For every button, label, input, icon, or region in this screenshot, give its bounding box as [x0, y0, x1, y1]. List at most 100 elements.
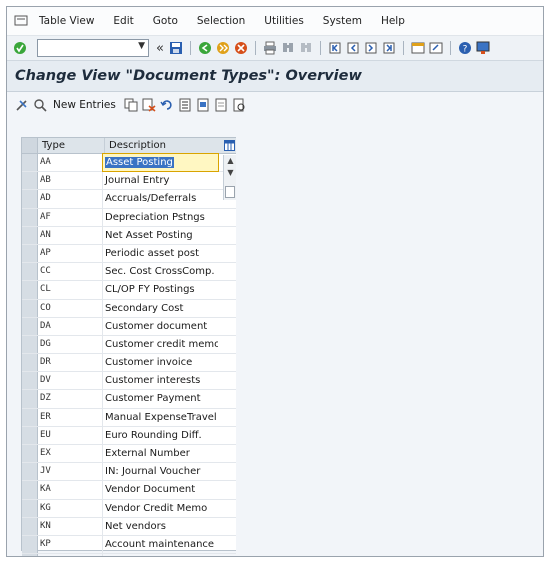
description-cell[interactable]: Vendor Credit Memo: [103, 500, 218, 517]
menu-utilities[interactable]: Utilities: [264, 15, 304, 27]
command-field[interactable]: ▼: [37, 39, 149, 57]
table-row[interactable]: AA Asset Posting: [22, 152, 237, 173]
description-cell[interactable]: IN: Journal Voucher: [103, 463, 218, 480]
row-selector[interactable]: [22, 335, 38, 354]
description-cell[interactable]: Secondary Cost: [103, 300, 218, 317]
menu-goto[interactable]: Goto: [153, 15, 178, 27]
table-row[interactable]: CC Sec. Cost CrossComp.: [22, 263, 237, 282]
customize-layout-icon[interactable]: [476, 41, 490, 55]
row-selector[interactable]: [22, 481, 38, 499]
description-cell[interactable]: Customer invoice: [103, 354, 218, 371]
description-cell[interactable]: Customer Payment: [103, 390, 218, 407]
next-page-icon[interactable]: [364, 41, 378, 55]
description-cell[interactable]: Vendor Document: [103, 481, 218, 498]
column-header-description[interactable]: Description: [105, 138, 222, 153]
table-row[interactable]: AP Periodic asset post: [22, 244, 237, 264]
new-entries-button[interactable]: New Entries: [53, 99, 116, 111]
description-cell[interactable]: Euro Rounding Diff.: [103, 427, 218, 444]
table-row[interactable]: AF Depreciation Pstngs: [22, 208, 237, 227]
description-cell[interactable]: Asset Posting: [102, 152, 219, 173]
row-selector[interactable]: [22, 281, 38, 299]
table-row[interactable]: KG Vendor Credit Memo: [22, 499, 237, 518]
row-selector[interactable]: [22, 463, 38, 481]
description-cell[interactable]: Journal Entry: [103, 172, 218, 189]
help-icon[interactable]: ?: [458, 41, 472, 55]
table-row[interactable]: KP Account maintenance: [22, 535, 237, 555]
description-cell[interactable]: Sec. Cost CrossComp.: [103, 263, 218, 280]
description-cell[interactable]: Periodic asset post: [103, 245, 218, 262]
last-page-icon[interactable]: [382, 41, 396, 55]
table-row[interactable]: KRVendor Invoice: [22, 554, 237, 556]
row-selector[interactable]: [22, 372, 38, 390]
table-row[interactable]: CO Secondary Cost: [22, 299, 237, 318]
row-selector[interactable]: [22, 426, 38, 444]
table-row[interactable]: EU Euro Rounding Diff.: [22, 426, 237, 445]
copy-icon[interactable]: [124, 98, 138, 112]
table-row[interactable]: DZ Customer Payment: [22, 390, 237, 409]
row-selector[interactable]: [22, 208, 38, 226]
table-row[interactable]: DR Customer invoice: [22, 354, 237, 373]
prev-page-icon[interactable]: [346, 41, 360, 55]
print-icon[interactable]: [263, 41, 277, 55]
row-selector[interactable]: [22, 554, 38, 556]
collapse-command-icon[interactable]: «: [156, 41, 164, 56]
config-icon[interactable]: [222, 138, 236, 153]
find-next-icon[interactable]: [299, 41, 313, 55]
description-cell[interactable]: Customer interests: [103, 372, 218, 389]
exit-icon[interactable]: [216, 41, 230, 55]
deselect-all-icon[interactable]: [214, 98, 228, 112]
table-row[interactable]: DA Customer document: [22, 317, 237, 336]
find-icon[interactable]: [281, 41, 295, 55]
description-cell[interactable]: Customer credit memo: [103, 336, 218, 353]
enter-icon[interactable]: [13, 41, 27, 55]
system-menu-icon[interactable]: [13, 14, 29, 28]
description-cell[interactable]: CL/OP FY Postings: [103, 281, 218, 298]
vertical-scrollbar[interactable]: ▲ ▼: [223, 155, 237, 200]
menu-system[interactable]: System: [323, 15, 362, 27]
description-cell[interactable]: Accruals/Deferrals: [103, 190, 218, 207]
display-change-icon[interactable]: [15, 98, 29, 112]
scroll-thumb[interactable]: [225, 186, 235, 198]
description-cell[interactable]: Net vendors: [103, 518, 218, 535]
description-cell[interactable]: Customer document: [103, 318, 218, 335]
select-all-column-button[interactable]: [22, 138, 38, 153]
table-row[interactable]: JV IN: Journal Voucher: [22, 463, 237, 482]
menu-help[interactable]: Help: [381, 15, 405, 27]
column-header-type[interactable]: Type: [38, 138, 105, 153]
other-view-icon[interactable]: [33, 98, 47, 112]
table-row[interactable]: DV Customer interests: [22, 372, 237, 391]
row-selector[interactable]: [22, 408, 38, 426]
shortcut-icon[interactable]: [429, 41, 443, 55]
save-icon[interactable]: [169, 41, 183, 55]
cancel-icon[interactable]: [234, 41, 248, 55]
row-selector[interactable]: [22, 535, 38, 554]
menu-selection[interactable]: Selection: [197, 15, 245, 27]
table-row[interactable]: AD Accruals/Deferrals: [22, 190, 237, 209]
row-selector[interactable]: [22, 317, 38, 335]
description-cell[interactable]: Manual ExpenseTravel: [103, 409, 218, 426]
back-icon[interactable]: [198, 41, 212, 55]
row-selector[interactable]: [22, 517, 38, 535]
description-cell[interactable]: Account maintenance: [103, 536, 218, 553]
delete-icon[interactable]: [142, 98, 156, 112]
row-selector[interactable]: [22, 244, 38, 263]
chevron-down-icon[interactable]: ▼: [138, 41, 145, 51]
row-selector[interactable]: [22, 226, 38, 244]
row-selector[interactable]: [22, 390, 38, 408]
row-selector[interactable]: [22, 445, 38, 463]
first-page-icon[interactable]: [328, 41, 342, 55]
description-cell[interactable]: External Number: [103, 445, 218, 462]
row-selector[interactable]: [22, 154, 38, 172]
table-row[interactable]: CL CL/OP FY Postings: [22, 281, 237, 300]
table-row[interactable]: KN Net vendors: [22, 517, 237, 536]
select-all-icon[interactable]: [178, 98, 192, 112]
description-cell[interactable]: Vendor Invoice: [103, 554, 218, 556]
description-cell[interactable]: Depreciation Pstngs: [103, 209, 218, 226]
select-block-icon[interactable]: [196, 98, 210, 112]
table-row[interactable]: KA Vendor Document: [22, 481, 237, 500]
undo-icon[interactable]: [160, 98, 174, 112]
row-selector[interactable]: [22, 299, 38, 317]
menu-table-view[interactable]: Table View: [39, 15, 94, 27]
row-selector[interactable]: [22, 499, 38, 517]
row-selector[interactable]: [22, 172, 38, 190]
